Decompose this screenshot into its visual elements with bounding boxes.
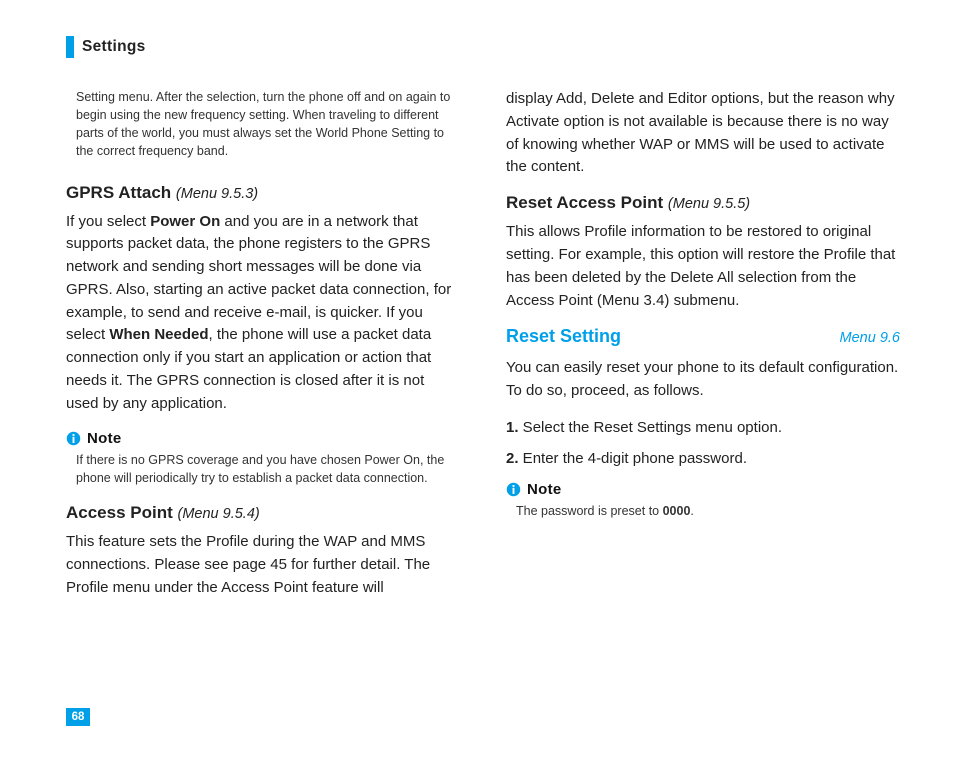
reset-steps-list: 1. Select the Reset Settings menu option… [506,417,900,471]
access-body: This feature sets the Profile during the… [66,531,460,599]
step-number: 1. [506,419,519,436]
heading-access-point: Access Point (Menu 9.5.4) [66,503,460,523]
intro-paragraph: Setting menu. After the selection, turn … [76,88,460,161]
access-continuation: display Add, Delete and Editor options, … [506,88,900,179]
heading-reset-access-point: Reset Access Point (Menu 9.5.5) [506,193,900,213]
page-header: Settings [66,36,900,58]
h2-title: Reset Setting [506,326,621,347]
note-body: The password is preset to 0000. [516,502,900,520]
text: and you are in a network that supports p… [66,213,451,344]
left-column: Setting menu. After the selection, turn … [66,88,460,613]
content-columns: Setting menu. After the selection, turn … [66,88,900,613]
gprs-body: If you select Power On and you are in a … [66,211,460,416]
right-column: display Add, Delete and Editor options, … [506,88,900,613]
text: The password is preset to [516,504,663,518]
strong-password: 0000 [663,504,691,518]
note-label: Note [527,481,562,498]
list-item: 2. Enter the 4-digit phone password. [506,448,900,471]
list-item: 1. Select the Reset Settings menu option… [506,417,900,440]
menu-reference: (Menu 9.5.3) [176,186,258,202]
info-icon [506,482,521,497]
menu-reference: (Menu 9.5.5) [668,196,750,212]
heading-reset-setting: Reset Setting Menu 9.6 [506,326,900,347]
text: If you select [66,213,150,230]
note-heading: Note [506,481,900,498]
strong-when-needed: When Needed [109,326,208,343]
reset-ap-body: This allows Profile information to be re… [506,221,900,312]
header-accent-bar [66,36,74,58]
text: . [690,504,693,518]
h2-menu-reference: Menu 9.6 [840,330,900,346]
strong-power-on: Power On [150,213,220,230]
step-text: Enter the 4-digit phone password. [519,450,747,467]
step-text: Select the Reset Settings menu option. [519,419,783,436]
step-number: 2. [506,450,519,467]
page-number-badge: 68 [66,708,90,726]
note-heading: Note [66,430,460,447]
heading-text: Access Point [66,503,173,522]
reset-setting-intro: You can easily reset your phone to its d… [506,357,900,403]
heading-text: Reset Access Point [506,193,663,212]
header-title: Settings [82,38,146,56]
info-icon [66,431,81,446]
note-body: If there is no GPRS coverage and you hav… [76,451,460,487]
manual-page: Settings Setting menu. After the selecti… [0,0,954,764]
menu-reference: (Menu 9.5.4) [178,506,260,522]
note-label: Note [87,430,122,447]
heading-text: GPRS Attach [66,183,171,202]
heading-gprs-attach: GPRS Attach (Menu 9.5.3) [66,183,460,203]
